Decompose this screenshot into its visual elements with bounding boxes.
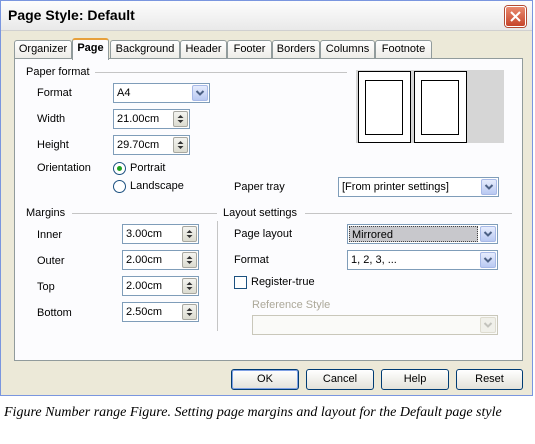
margins-divider bbox=[72, 213, 217, 214]
chevron-down-icon[interactable] bbox=[480, 252, 496, 268]
spin-arrows-icon[interactable] bbox=[173, 137, 188, 153]
format-dropdown[interactable]: A4 bbox=[113, 83, 210, 103]
portrait-label[interactable]: Portrait bbox=[130, 162, 165, 174]
tab-organizer[interactable]: Organizer bbox=[14, 40, 72, 59]
cancel-button[interactable]: Cancel bbox=[306, 369, 374, 390]
paper-tray-value: [From printer settings] bbox=[342, 181, 449, 193]
landscape-label[interactable]: Landscape bbox=[130, 180, 184, 192]
right-page-preview bbox=[414, 71, 467, 143]
tab-footnote[interactable]: Footnote bbox=[375, 40, 432, 59]
orientation-label: Orientation bbox=[37, 162, 91, 174]
reference-style-label: Reference Style bbox=[252, 299, 331, 311]
spin-arrows-icon[interactable] bbox=[182, 226, 197, 242]
chevron-down-icon[interactable] bbox=[480, 226, 496, 242]
paper-format-heading: Paper format bbox=[26, 66, 90, 78]
top-margin-value: 2.00cm bbox=[126, 280, 163, 292]
tab-page[interactable]: Page bbox=[72, 38, 109, 60]
height-spinner[interactable]: 29.70cm bbox=[113, 135, 190, 155]
height-value: 29.70cm bbox=[117, 139, 160, 151]
bottom-margin-spinner[interactable]: 2.50cm bbox=[122, 302, 199, 322]
tab-footer[interactable]: Footer bbox=[227, 40, 272, 59]
outer-margin-spinner[interactable]: 2.00cm bbox=[122, 250, 199, 270]
layout-settings-divider bbox=[305, 213, 512, 214]
register-true-label[interactable]: Register-true bbox=[251, 276, 315, 288]
inner-margin-spinner[interactable]: 3.00cm bbox=[122, 224, 199, 244]
reference-style-dropdown[interactable] bbox=[252, 315, 498, 335]
outer-margin-value: 2.00cm bbox=[126, 254, 163, 266]
bottom-label: Bottom bbox=[37, 307, 72, 319]
format-label: Format bbox=[37, 87, 72, 99]
outer-label: Outer bbox=[37, 255, 65, 267]
page-layout-dropdown[interactable]: Mirrored bbox=[347, 224, 498, 244]
height-label: Height bbox=[37, 139, 69, 151]
page-layout-value: Mirrored bbox=[349, 226, 478, 242]
landscape-radio[interactable] bbox=[113, 180, 126, 193]
tab-borders[interactable]: Borders bbox=[272, 40, 320, 59]
left-page-preview bbox=[358, 71, 411, 143]
section-vertical-divider bbox=[217, 221, 218, 331]
top-margin-spinner[interactable]: 2.00cm bbox=[122, 276, 199, 296]
tab-background[interactable]: Background bbox=[110, 40, 180, 59]
tab-columns[interactable]: Columns bbox=[320, 40, 375, 59]
spin-arrows-icon[interactable] bbox=[182, 252, 197, 268]
figure-caption: Figure Number range Figure. Setting page… bbox=[4, 405, 502, 420]
margins-heading: Margins bbox=[26, 207, 66, 219]
numbering-format-value: 1, 2, 3, ... bbox=[351, 254, 397, 266]
page-preview-area bbox=[356, 70, 504, 143]
page-style-dialog: Page Style: Default Organizer Page Backg… bbox=[0, 0, 533, 396]
chevron-down-icon[interactable] bbox=[192, 85, 208, 101]
close-x-icon bbox=[510, 11, 521, 22]
bottom-margin-value: 2.50cm bbox=[126, 306, 163, 318]
reset-button[interactable]: Reset bbox=[456, 369, 523, 390]
numbering-format-dropdown[interactable]: 1, 2, 3, ... bbox=[347, 250, 498, 270]
layout-settings-heading: Layout settings bbox=[223, 207, 297, 219]
spin-arrows-icon[interactable] bbox=[182, 304, 197, 320]
portrait-radio[interactable] bbox=[113, 162, 126, 175]
help-button[interactable]: Help bbox=[381, 369, 449, 390]
inner-margin-value: 3.00cm bbox=[126, 228, 163, 240]
tab-header[interactable]: Header bbox=[180, 40, 227, 59]
ok-button[interactable]: OK bbox=[231, 369, 299, 390]
top-label: Top bbox=[37, 281, 55, 293]
width-spinner[interactable]: 21.00cm bbox=[113, 109, 190, 129]
numbering-format-label: Format bbox=[234, 254, 269, 266]
chevron-down-icon[interactable] bbox=[481, 179, 497, 195]
title-bar[interactable]: Page Style: Default bbox=[1, 1, 532, 31]
close-button[interactable] bbox=[505, 6, 526, 27]
format-value: A4 bbox=[117, 87, 131, 99]
page-tab-panel: Paper format Format A4 Width 21.00cm Hei… bbox=[14, 58, 523, 361]
spin-arrows-icon[interactable] bbox=[173, 111, 188, 127]
inner-label: Inner bbox=[37, 229, 63, 241]
paper-tray-label: Paper tray bbox=[234, 181, 285, 193]
paper-format-divider bbox=[95, 72, 347, 73]
width-value: 21.00cm bbox=[117, 113, 160, 125]
register-true-checkbox[interactable] bbox=[234, 276, 247, 289]
width-label: Width bbox=[37, 113, 66, 125]
chevron-down-icon[interactable] bbox=[480, 317, 496, 333]
paper-tray-dropdown[interactable]: [From printer settings] bbox=[338, 177, 499, 197]
spin-arrows-icon[interactable] bbox=[182, 278, 197, 294]
dialog-title: Page Style: Default bbox=[8, 7, 135, 23]
page-layout-label: Page layout bbox=[234, 228, 293, 240]
